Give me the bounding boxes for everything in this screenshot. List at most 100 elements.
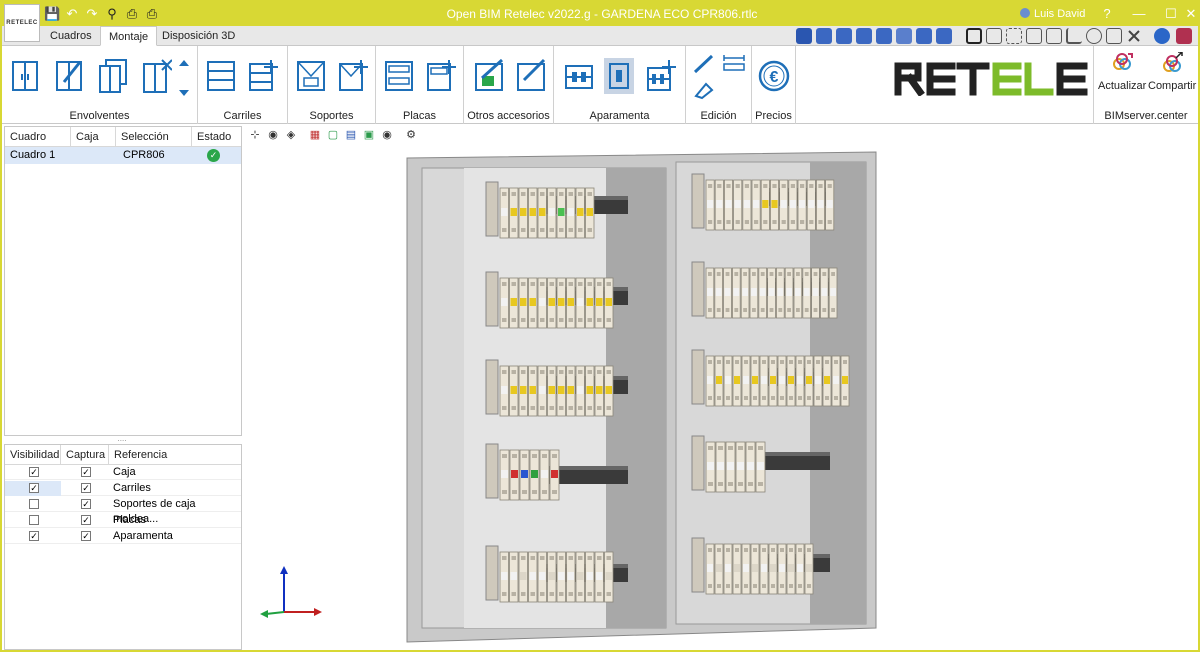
3d-viewport[interactable]	[244, 144, 1198, 650]
orbit-icon[interactable]	[916, 28, 932, 44]
col-estado[interactable]: Estado	[192, 127, 243, 147]
measure-button[interactable]	[722, 54, 746, 72]
col-caja[interactable]: Caja	[71, 127, 116, 147]
list-item[interactable]: ✓ Placas	[5, 513, 241, 528]
captura-checkbox[interactable]: ✓	[81, 531, 91, 541]
breaker-terminal	[578, 282, 583, 286]
accesorio-new-button[interactable]	[474, 58, 504, 94]
compartir-button[interactable]	[1160, 51, 1184, 76]
envolvente-arrows[interactable]	[178, 58, 190, 98]
comment-icon[interactable]	[1106, 28, 1122, 44]
tab-cuadros[interactable]: Cuadros	[42, 26, 100, 46]
visibility-checkbox[interactable]: ✓	[29, 531, 39, 541]
save-icon[interactable]: 💾	[44, 6, 60, 22]
up-down-arrows-icon	[179, 60, 189, 96]
tab-montaje[interactable]: Montaje	[100, 26, 158, 46]
euro-icon: €	[758, 60, 790, 92]
actualizar-button[interactable]	[1110, 52, 1134, 76]
search-icon[interactable]: ⚲	[104, 6, 120, 22]
close-button[interactable]: ✕	[1174, 2, 1198, 26]
envolvente-copy-button[interactable]	[98, 58, 128, 94]
axes-view-icon[interactable]: ⊹	[248, 128, 262, 142]
settings-icon[interactable]	[1126, 28, 1142, 44]
breaker-terminal	[578, 318, 583, 322]
tab-disposicion-3d[interactable]: Disposición 3D	[154, 26, 243, 46]
zoom-previous-icon[interactable]	[876, 28, 892, 44]
aparamenta-select-button[interactable]	[604, 58, 634, 94]
aparamenta-new-button[interactable]	[564, 58, 594, 94]
captura-checkbox[interactable]: ✓	[81, 499, 91, 509]
breaker-terminal	[769, 308, 774, 312]
print-icon[interactable]: ⎙	[124, 6, 140, 22]
print-preview-icon[interactable]: ⎙	[144, 6, 160, 22]
breaker-terminal	[587, 592, 592, 596]
list-item[interactable]: ✓ ✓ Carriles	[5, 481, 241, 496]
grid-icon[interactable]	[986, 28, 1002, 44]
globe-icon[interactable]	[1154, 28, 1170, 44]
visibility-checkbox[interactable]: ✓	[29, 467, 39, 477]
visibility-checkbox[interactable]: ✓	[29, 483, 39, 493]
top-view-icon[interactable]: ▤	[344, 128, 358, 142]
zoom-out-icon[interactable]	[856, 28, 872, 44]
bimserver-icon[interactable]	[1176, 28, 1192, 44]
breaker-toggle	[716, 200, 723, 208]
view-icon[interactable]	[936, 28, 952, 44]
col-captura[interactable]: Captura	[61, 445, 109, 465]
snap-icon[interactable]	[1006, 28, 1022, 44]
col-cuadro[interactable]: Cuadro	[5, 127, 71, 147]
placa-new-button[interactable]	[384, 58, 414, 94]
zoom-in-icon[interactable]	[836, 28, 852, 44]
pan-icon[interactable]	[896, 28, 912, 44]
side-view-icon[interactable]: ▢	[326, 128, 340, 142]
show-icon[interactable]: ◈	[284, 128, 298, 142]
compartir-label[interactable]: Compartir	[1148, 80, 1196, 92]
carril-new-button[interactable]	[206, 58, 236, 94]
redo-icon[interactable]: ↷	[84, 6, 100, 22]
soporte-new-button[interactable]	[296, 58, 326, 94]
user-account[interactable]: Luis David	[1020, 8, 1085, 20]
visibility-checkbox[interactable]	[29, 515, 39, 525]
visibility-icon[interactable]: ◉	[380, 128, 394, 142]
frame-icon[interactable]	[966, 28, 982, 44]
breaker-terminal	[753, 396, 757, 400]
accesorio-edit-button[interactable]	[516, 58, 546, 94]
coordinates-icon[interactable]	[1046, 28, 1062, 44]
envolvente-new-button[interactable]	[10, 58, 40, 94]
keyboard-icon[interactable]	[1026, 28, 1042, 44]
aparamenta-move-button[interactable]	[646, 58, 676, 94]
minimize-button[interactable]: —	[1122, 2, 1156, 26]
eraser-button[interactable]	[692, 80, 716, 100]
iso-view-icon[interactable]: ▣	[362, 128, 376, 142]
list-item[interactable]: ✓ ✓ Aparamenta	[5, 529, 241, 544]
breaker-toggle	[752, 564, 758, 572]
list-item[interactable]: ✓ Soportes de caja moldea...	[5, 497, 241, 525]
carril-move-button[interactable]	[248, 58, 278, 94]
list-item[interactable]: ✓ ✓ Caja	[5, 465, 241, 480]
zoom-window-icon[interactable]	[816, 28, 832, 44]
refresh-icon[interactable]	[1086, 28, 1102, 44]
table-row[interactable]: Cuadro 1 CPR806 ✓	[5, 147, 241, 164]
undo-icon[interactable]: ↶	[64, 6, 80, 22]
precios-button[interactable]: €	[758, 60, 790, 92]
col-seleccion[interactable]: Selección	[116, 127, 192, 147]
pencil-button[interactable]	[692, 54, 716, 74]
axes-icon[interactable]	[1066, 28, 1082, 44]
envolvente-delete-button[interactable]	[142, 58, 173, 94]
envolvente-edit-button[interactable]	[54, 58, 84, 94]
visibility-checkbox[interactable]	[29, 499, 39, 509]
captura-checkbox[interactable]: ✓	[81, 467, 91, 477]
soporte-move-button[interactable]	[338, 58, 368, 94]
render-icon[interactable]: ⚙	[404, 128, 418, 142]
zoom-all-icon[interactable]	[796, 28, 812, 44]
actualizar-label[interactable]: Actualizar	[1098, 80, 1146, 92]
help-icon[interactable]: ?	[1090, 2, 1124, 26]
hide-icon[interactable]: ◉	[266, 128, 280, 142]
captura-checkbox[interactable]: ✓	[81, 515, 91, 525]
col-visibilidad[interactable]: Visibilidad	[5, 445, 61, 465]
breaker-toggle	[803, 288, 810, 296]
panel-splitter[interactable]: ....	[112, 435, 132, 443]
captura-checkbox[interactable]: ✓	[81, 483, 91, 493]
front-view-icon[interactable]: ▦	[308, 128, 322, 142]
col-referencia[interactable]: Referencia	[109, 445, 243, 465]
placa-move-button[interactable]	[426, 58, 456, 94]
